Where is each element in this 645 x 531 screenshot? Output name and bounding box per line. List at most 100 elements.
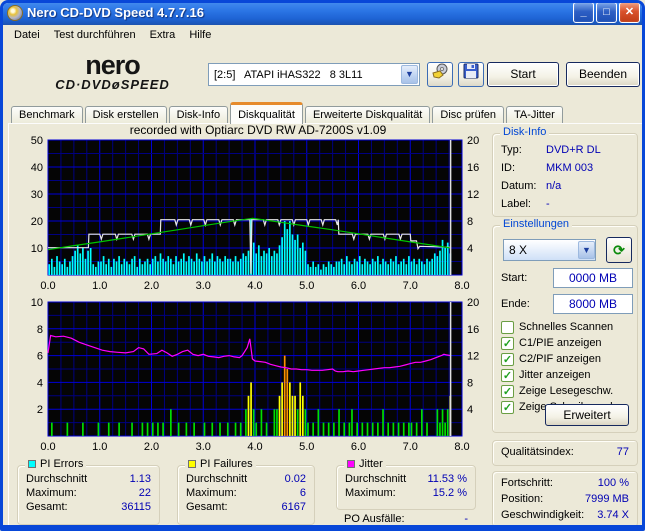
checkbox-label: Jitter anzeigen: [519, 369, 591, 381]
svg-text:4.0: 4.0: [247, 280, 262, 292]
po-failures-row: PO Ausfälle: -: [336, 512, 476, 525]
app-window: Nero CD-DVD Speed 4.7.7.16 _ □ ✕ Datei T…: [0, 0, 645, 531]
chevron-down-icon[interactable]: ▼: [401, 65, 418, 84]
stat-value: 0.02: [284, 473, 306, 485]
stat-label: Maximum:: [26, 487, 77, 499]
tab-disk-erstellen[interactable]: Disk erstellen: [84, 106, 167, 124]
svg-text:8: 8: [467, 377, 473, 389]
refresh-button[interactable]: ⟳: [606, 237, 632, 263]
po-failures-value: -: [464, 513, 468, 525]
progress-box: Fortschritt: 100 % Position: 7999 MB Gesch…: [492, 471, 638, 525]
svg-text:7.0: 7.0: [403, 441, 418, 453]
speed-select[interactable]: 8 X ▼: [503, 239, 596, 261]
svg-text:16: 16: [467, 162, 479, 174]
geschwindigkeit-value: 3.74 X: [597, 509, 629, 521]
pi-failures-box: PI Failures Durchschnitt 0.02 Maximum: 6 G…: [177, 458, 315, 525]
fortschritt-value: 100 %: [597, 477, 629, 489]
title-bar[interactable]: Nero CD-DVD Speed 4.7.7.16 _ □ ✕: [3, 3, 642, 25]
jitter-title: Jitter: [359, 458, 383, 470]
svg-text:8: 8: [37, 324, 43, 336]
stat-value: 6: [299, 487, 306, 499]
pi-errors-box: PI Errors Durchschnitt 1.13 Maximum: 22 Ge…: [17, 458, 160, 525]
checkbox-c2-pif[interactable]: ✓ C2/PIF anzeigen: [501, 352, 601, 366]
svg-text:30: 30: [31, 189, 43, 201]
menu-bar: Datei Test durchführen Extra Hilfe: [3, 25, 642, 44]
save-floppy-icon: [463, 63, 479, 79]
checkbox-lesegeschw[interactable]: ✓ Zeige Lesegeschw.: [501, 384, 613, 398]
geschwindigkeit-label: Geschwindigkeit:: [501, 509, 585, 521]
svg-text:4.0: 4.0: [247, 441, 262, 453]
menu-datei[interactable]: Datei: [7, 27, 47, 43]
chevron-down-icon[interactable]: ▼: [578, 241, 595, 259]
jitter-color-swatch: [347, 460, 355, 468]
tab-diskqualitaet[interactable]: Diskqualität: [230, 102, 303, 124]
stat-label: Durchschnitt: [345, 473, 407, 485]
menu-test-durchfuehren[interactable]: Test durchführen: [47, 27, 143, 43]
app-icon: [7, 4, 23, 21]
stat-label: Durchschnitt: [26, 473, 88, 485]
stat-value: 11.53 %: [427, 473, 467, 485]
checkbox-label: Schnelles Scannen: [519, 321, 614, 333]
eject-disc-button[interactable]: [427, 62, 453, 87]
svg-text:20: 20: [467, 297, 479, 309]
stat-value: 15.2 %: [432, 487, 467, 499]
advanced-button[interactable]: Erweitert: [545, 404, 629, 426]
checkbox-icon: ✓: [501, 400, 514, 414]
svg-text:6.0: 6.0: [351, 280, 366, 292]
checkbox-jitter[interactable]: ✓ Jitter anzeigen: [501, 368, 591, 382]
disk-id-value: MKM 003: [546, 162, 594, 174]
checkbox-label: Zeige Lesegeschw.: [519, 385, 614, 397]
svg-text:10: 10: [31, 243, 43, 255]
checkbox-c1-pie[interactable]: ✓ C1/PIE anzeigen: [501, 336, 602, 350]
tab-disk-info[interactable]: Disk-Info: [168, 106, 229, 124]
checkbox-icon: ✓: [501, 368, 514, 382]
quality-index-label: Qualitätsindex:: [501, 446, 574, 458]
end-field[interactable]: 8000 MB: [553, 294, 633, 314]
stat-label: Maximum:: [186, 487, 237, 499]
tab-ta-jitter[interactable]: TA-Jitter: [506, 106, 563, 124]
menu-extra[interactable]: Extra: [143, 27, 183, 43]
disk-label-label: Label:: [501, 198, 531, 210]
minimize-button[interactable]: _: [573, 3, 594, 23]
svg-text:2.0: 2.0: [144, 441, 159, 453]
tab-disc-pruefen[interactable]: Disc prüfen: [432, 106, 505, 124]
stat-label: Gesamt:: [186, 501, 228, 513]
svg-text:20: 20: [467, 136, 479, 147]
quality-index-box: Qualitätsindex: 77: [492, 440, 638, 466]
drive-select[interactable]: [2:5] ATAPI iHAS322 8 3L11 ▼: [208, 63, 420, 86]
end-label: Ende:: [501, 298, 530, 310]
svg-text:4: 4: [37, 377, 43, 389]
checkbox-label: C2/PIF anzeigen: [519, 353, 601, 365]
svg-text:1.0: 1.0: [92, 280, 107, 292]
quality-charts: 10 20 30 40 50 4 8 12 16 20 0.0 1.0 2.0 3.0 4.0 5.0 6.0 7…: [31, 136, 480, 453]
disk-datum-value: n/a: [546, 180, 562, 192]
nero-logo-top: nero: [85, 50, 141, 80]
pi-failures-title: PI Failures: [200, 458, 253, 470]
nero-logo-bottom: CD·DVDøSPEED: [55, 77, 170, 92]
tab-benchmark[interactable]: Benchmark: [11, 106, 83, 124]
save-button[interactable]: [458, 62, 484, 87]
chart-title: recorded with Optiarc DVD RW AD-7200S v1…: [129, 123, 387, 137]
start-button[interactable]: Start: [487, 62, 559, 87]
quit-button[interactable]: Beenden: [566, 62, 640, 87]
jitter-box: Jitter Durchschnitt 11.53 % Maximum: 15.2 …: [336, 458, 476, 510]
svg-text:2: 2: [37, 404, 43, 416]
menu-hilfe[interactable]: Hilfe: [182, 27, 218, 43]
maximize-button[interactable]: □: [596, 3, 617, 23]
window-title: Nero CD-DVD Speed 4.7.7.16: [27, 5, 205, 20]
checkbox-schnelles-scannen[interactable]: Schnelles Scannen: [501, 320, 613, 334]
checkbox-icon: ✓: [501, 336, 514, 350]
svg-text:40: 40: [31, 162, 43, 174]
svg-text:12: 12: [467, 351, 479, 363]
close-button[interactable]: ✕: [619, 3, 640, 23]
svg-text:2.0: 2.0: [144, 280, 159, 292]
tab-bar: Benchmark Disk erstellen Disk-Info Diskq…: [11, 102, 565, 124]
svg-text:6: 6: [37, 351, 43, 363]
pi-errors-title: PI Errors: [40, 458, 84, 470]
stat-label: Maximum:: [345, 487, 396, 499]
svg-text:16: 16: [467, 324, 479, 336]
svg-text:0.0: 0.0: [40, 280, 55, 292]
tab-erweiterte-diskqualitaet[interactable]: Erweiterte Diskqualität: [304, 106, 431, 124]
svg-text:1.0: 1.0: [92, 441, 107, 453]
start-field[interactable]: 0000 MB: [553, 268, 633, 288]
